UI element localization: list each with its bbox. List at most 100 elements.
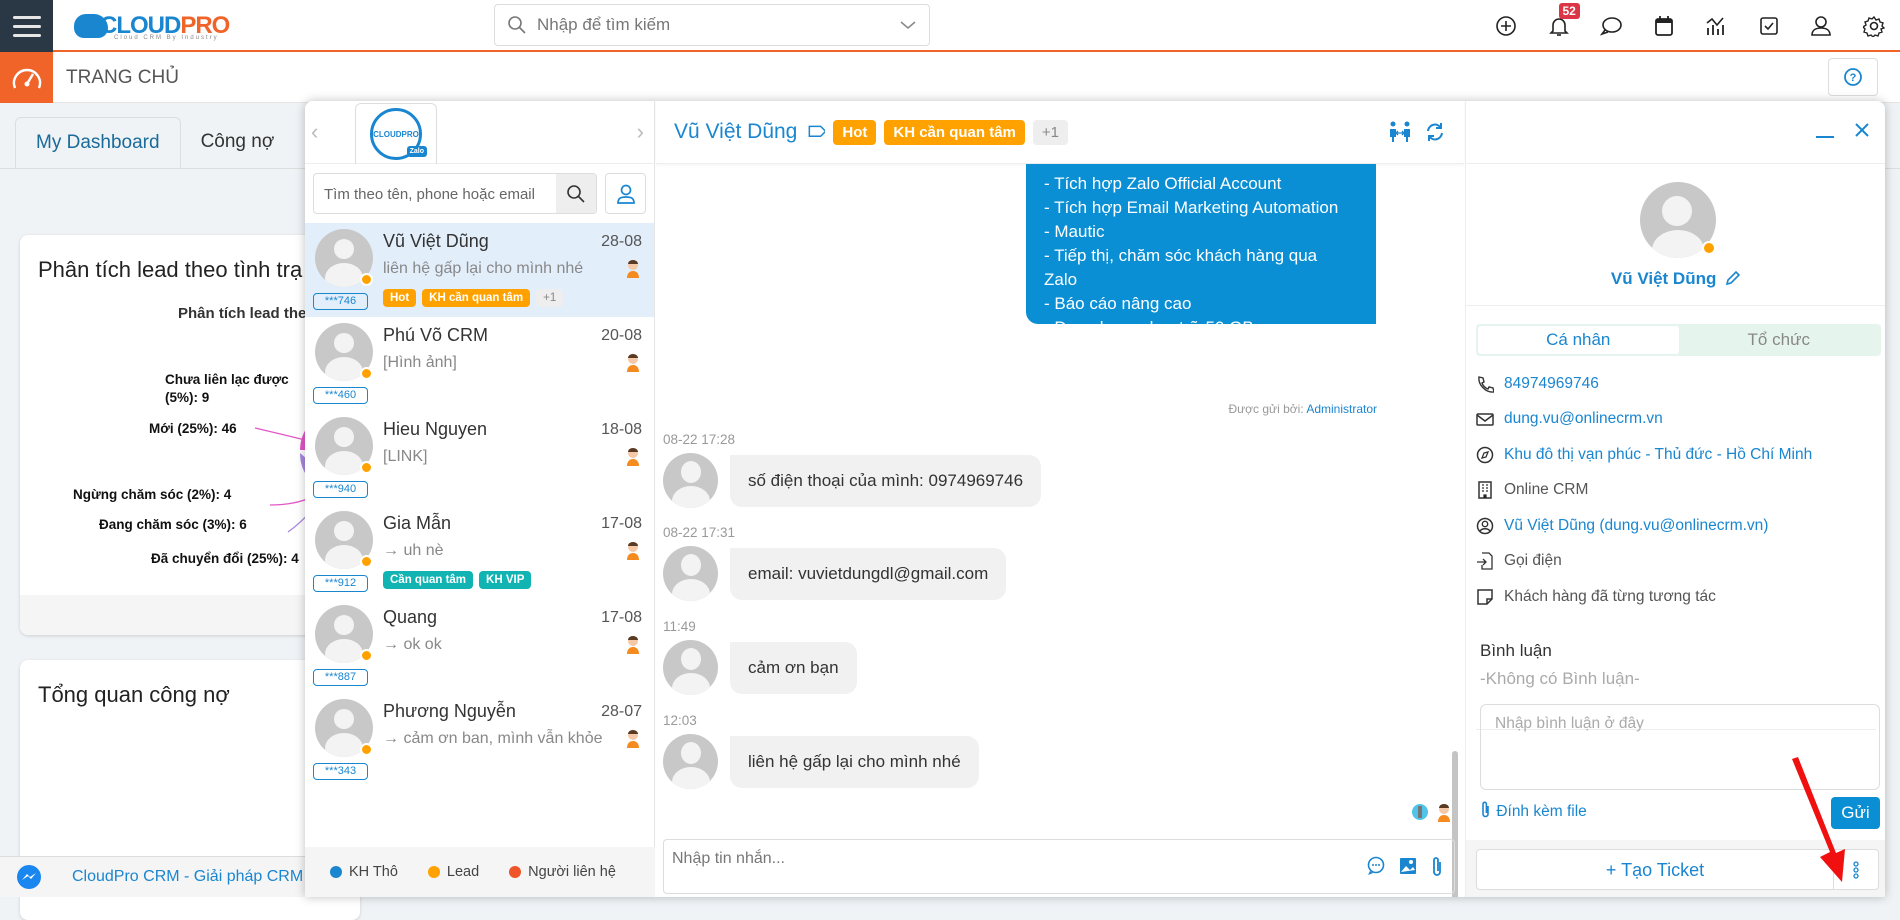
user-circle-icon [1476,517,1494,535]
checkbox-icon [1759,16,1779,36]
tab-my-dashboard[interactable]: My Dashboard [15,117,181,168]
svg-text:?: ? [1850,72,1857,84]
refresh-button[interactable] [1424,121,1446,148]
conversation-date: 28-08 [601,233,642,251]
messages-button[interactable] [1585,0,1638,52]
message-bubble: số điện thoại của mình: 0974969746 [730,455,1041,507]
contact-detail-text[interactable]: Vũ Việt Dũng (dung.vu@onlinecrm.vn) [1504,517,1768,535]
logo-tagline: Cloud CRM By Industry [114,35,219,41]
conversation-preview: [Hình ảnh] [383,354,457,372]
contact-detail-text: Gọi điện [1504,552,1562,570]
avatar [663,734,718,789]
tab-to-chuc[interactable]: Tổ chức [1679,326,1880,354]
conversation-date: 18-08 [601,421,642,439]
calendar-button[interactable] [1638,0,1691,52]
pie-label-da-chuyen-doi: Đã chuyển đổi (25%): 4 [151,551,299,566]
agent-avatar-icon [1436,802,1452,822]
tag-hot: Hot [833,120,876,145]
agent-avatar-icon [625,540,641,560]
legend-item: Người liên hệ [509,864,616,880]
quick-create-button[interactable] [1480,0,1533,52]
search-icon [566,184,586,204]
sent-by-user[interactable]: Administrator [1306,402,1377,416]
tag-more[interactable]: +1 [1033,120,1068,145]
leader-line-moi [255,428,305,440]
people-transfer-icon [1388,121,1412,143]
notifications-button[interactable]: 52 [1533,0,1586,52]
chat-panel: Vũ Việt Dũng Hot KH cần quan tâm +1 - Tí… [656,101,1464,897]
legend-label: KH Thô [349,864,398,880]
contact-detail-text: Online CRM [1504,481,1588,499]
close-button[interactable] [1853,121,1871,144]
incoming-message: 08-22 17:31 email: vuvietdungdl@gmail.co… [663,525,1006,601]
search-button[interactable] [556,174,596,213]
global-search-input[interactable]: Nhập để tìm kiếm [494,4,930,46]
settings-button[interactable] [1848,0,1900,52]
tag-kh-can-quan-tam: KH cần quan tâm [884,120,1025,145]
more-options-button[interactable] [1834,850,1878,889]
legend-dot [428,866,440,878]
chevron-right-icon[interactable]: › [637,119,644,145]
transfer-conversation-button[interactable] [1388,121,1412,148]
search-placeholder: Tìm theo tên, phone hoặc email [314,174,556,213]
cloudpro-logo[interactable]: CLOUDPRO Cloud CRM By Industry [74,8,229,44]
conversation-preview: liên hệ gấp lại cho mình nhé [383,260,583,278]
contact-detail-row[interactable]: 84974969746 [1476,366,1812,402]
contact-detail-text[interactable]: Khu đô thị vạn phúc - Thủ đức - Hồ Chí M… [1504,446,1812,464]
message-placeholder: Nhập tin nhắn... [672,850,785,868]
chevron-left-icon[interactable]: ‹ [311,119,318,145]
user-icon [1810,15,1832,37]
chevron-down-icon[interactable] [899,19,917,31]
tab-cong-no[interactable]: Công nợ [181,117,295,168]
messenger-footer[interactable]: CloudPro CRM - Giải pháp CRM [0,856,310,897]
conversation-item[interactable]: ***912 Gia Mẫn 17-08 → uh nè Cần quan tâ… [305,505,654,599]
tab-ca-nhan[interactable]: Cá nhân [1478,326,1679,354]
message-line: - Mautic [1044,220,1358,244]
contact-id-tag: ***343 [313,763,368,780]
contact-detail-row[interactable]: dung.vu@onlinecrm.vn [1476,402,1812,438]
paperclip-icon[interactable] [1430,856,1444,878]
agent-avatar-icon [625,258,641,278]
footer-link[interactable]: CloudPro CRM - Giải pháp CRM [72,868,303,886]
zalo-account-tab[interactable]: CLOUDPROZalo [355,103,437,164]
contact-detail-row[interactable]: Vũ Việt Dũng (dung.vu@onlinecrm.vn) [1476,508,1812,544]
tag-icon[interactable] [805,122,825,142]
attach-file-link[interactable]: Đính kèm file [1480,801,1587,821]
tasks-button[interactable] [1743,0,1796,52]
conversation-item[interactable]: ***940 Hieu Nguyen 18-08 [LINK] [305,411,654,505]
conversation-item[interactable]: ***460 Phú Võ CRM 20-08 [Hình ảnh] [305,317,654,411]
create-ticket-button[interactable]: + Tạo Ticket [1477,850,1834,889]
avatar [663,640,718,695]
sent-by-prefix: Được gửi bởi: [1228,402,1303,416]
comment-input[interactable]: Nhập bình luận ở đây [1480,704,1880,790]
calendar-icon [1654,15,1674,37]
contact-id-tag: ***887 [313,669,368,686]
contact-filter-button[interactable] [605,173,646,214]
image-icon[interactable] [1398,856,1418,876]
conversation-item[interactable]: ***746 Vũ Việt Dũng 28-08 liên hệ gấp lạ… [305,223,654,317]
quick-reply-icon[interactable] [1366,856,1386,876]
edit-pencil-icon[interactable] [1725,270,1741,286]
conversation-tag: Cần quan tâm [383,571,473,589]
contact-detail-text[interactable]: dung.vu@onlinecrm.vn [1504,410,1663,428]
message-input[interactable]: Nhập tin nhắn... [663,839,1455,894]
menu-toggle-button[interactable] [0,0,53,52]
profile-button[interactable] [1795,0,1848,52]
comments-title: Bình luận [1480,641,1552,661]
dashboard-icon[interactable] [0,52,53,103]
minimize-button[interactable] [1815,121,1835,146]
info-tabs: Cá nhân Tổ chức [1476,324,1881,356]
conversation-item[interactable]: ***343 Phương Nguyễn 28-07 → cảm ơn ban,… [305,693,654,787]
contact-name-text: Vũ Việt Dũng [1611,269,1716,288]
chat-contact-name[interactable]: Vũ Việt Dũng [674,120,797,144]
contact-detail-row[interactable]: Khu đô thị vạn phúc - Thủ đức - Hồ Chí M… [1476,437,1812,473]
conversation-search-input[interactable]: Tìm theo tên, phone hoặc email [313,173,597,214]
conversation-list-panel: ‹ CLOUDPROZalo › Tìm theo tên, phone hoặ… [305,101,655,897]
help-button[interactable]: ? [1828,58,1878,96]
conversation-item[interactable]: ***887 Quang 17-08 → ok ok [305,599,654,693]
contact-detail-text[interactable]: 84974969746 [1504,375,1599,393]
dashboard-tabs: My Dashboard Công nợ [15,117,294,168]
reports-button[interactable] [1690,0,1743,52]
send-comment-button[interactable]: Gửi [1831,797,1880,829]
agent-avatar-icon [625,728,641,748]
